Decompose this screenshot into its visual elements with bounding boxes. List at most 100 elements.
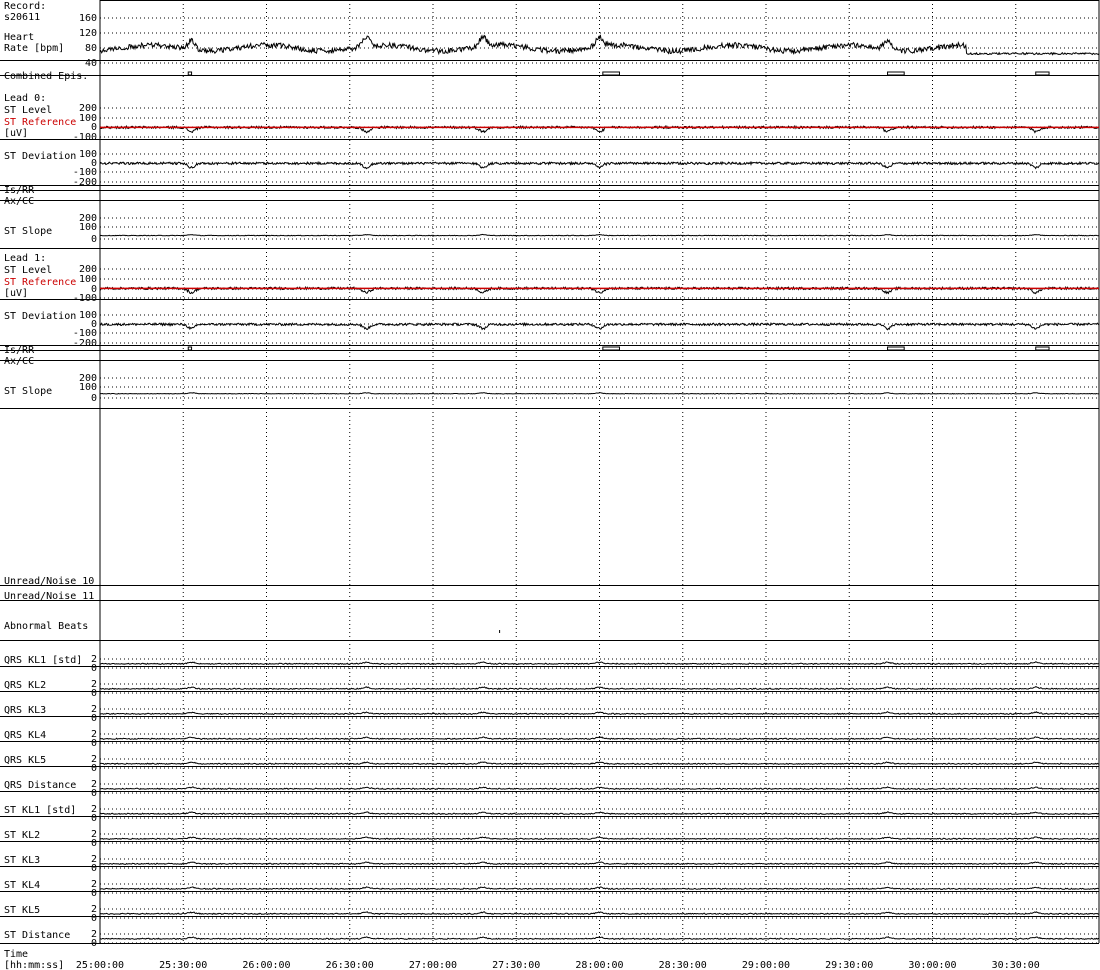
y-tick-label: 0: [91, 788, 97, 799]
episode-marker: [602, 346, 620, 351]
panel-label: [uV]: [4, 128, 28, 139]
panel-skl3: ST KL3 20: [0, 854, 1100, 874]
panel-label: QRS KL3: [4, 705, 46, 716]
y-tick-label: -200: [73, 338, 97, 349]
panel-noise11: Unread/Noise 11: [0, 591, 1099, 602]
time-tick-label: 26:30:00: [326, 960, 374, 970]
time-tick-label: 25:00:00: [76, 960, 124, 970]
panel-l0_dev: ST Deviation 1000-100-200: [0, 149, 1100, 188]
panel-sdist: ST Distance 20: [0, 929, 1099, 949]
panel-l1_slope: ST Slope2001000: [0, 373, 1100, 409]
panel-l0_slope: ST Slope2001000: [0, 213, 1100, 249]
time-tick-label: 29:00:00: [742, 960, 790, 970]
panel-label: Ax/CC: [4, 196, 34, 207]
time-tick-label: 29:30:00: [825, 960, 873, 970]
y-tick-label: 120: [79, 28, 97, 39]
y-tick-label: 0: [91, 393, 97, 404]
time-axis-label: Time: [4, 949, 28, 960]
time-tick-label: 28:30:00: [659, 960, 707, 970]
panel-noise10: Unread/Noise 10: [0, 576, 1099, 587]
panel-label: ST Slope: [4, 386, 52, 397]
panel-label: QRS KL4: [4, 730, 46, 741]
y-tick-label: 0: [91, 738, 97, 749]
trace-skl4: [100, 886, 1100, 891]
panel-label: QRS Distance: [4, 780, 76, 791]
panel-label: ST KL2: [4, 830, 40, 841]
y-tick-label: -100: [73, 132, 97, 143]
trace-l1_slope: [99, 392, 1100, 395]
panel-label: Lead 0:: [4, 93, 46, 104]
time-tick-label: 28:00:00: [575, 960, 623, 970]
panel-combined: Combined Epis.: [0, 71, 1099, 82]
panel-l0_level: Lead 0:ST LevelST Reference[uV]2001000-1…: [0, 93, 1100, 143]
trace-l0_slope: [99, 233, 1100, 237]
panel-label: ST Deviation: [4, 311, 76, 322]
y-tick-label: 0: [91, 713, 97, 724]
episode-marker: [1035, 346, 1050, 351]
y-tick-label: 0: [91, 234, 97, 245]
panel-label: ST Distance: [4, 930, 70, 941]
panel-abnormal: Abnormal Beats: [0, 621, 1099, 641]
panel-label: ST KL3: [4, 855, 40, 866]
y-tick-label: 0: [91, 888, 97, 899]
panel-l0_axcc: Ax/CC: [0, 196, 1099, 207]
panel-label: ST KL4: [4, 880, 40, 891]
panel-label: ST Reference: [4, 277, 76, 288]
panel-label: ST Level: [4, 265, 52, 276]
panel-label: ST Slope: [4, 226, 52, 237]
panel-skl1: ST KL1 [std] 20: [0, 804, 1100, 824]
panel-label: Ax/CC: [4, 356, 34, 367]
panel-l1_axcc: Ax/CC: [0, 356, 1099, 367]
panel-label: ST KL1 [std]: [4, 805, 76, 816]
y-tick-label: 0: [91, 938, 97, 949]
panel-l0_isrr: Is/RR: [0, 185, 1099, 196]
episode-marker: [187, 71, 193, 76]
episode-marker: [187, 346, 193, 351]
trace-qdist: [99, 786, 1100, 791]
panel-label: ST Reference: [4, 117, 76, 128]
y-tick-label: 0: [91, 663, 97, 674]
panel-qkl4: QRS KL4 20: [0, 729, 1100, 749]
trace-skl1: [99, 811, 1100, 816]
panel-label: QRS KL5: [4, 755, 46, 766]
time-tick-label: 25:30:00: [159, 960, 207, 970]
st-trend-chart: Record: s20611 Time [hh:mm:ss] HeartRate…: [0, 0, 1100, 970]
record-id: s20611: [4, 12, 40, 23]
episode-marker: [602, 71, 620, 76]
panel-label: Unread/Noise 10: [4, 576, 94, 587]
panel-label: Combined Epis.: [4, 71, 88, 82]
trace-qkl3: [99, 711, 1100, 716]
record-label: Record:: [4, 1, 46, 12]
panel-label: QRS KL2: [4, 680, 46, 691]
panel-label: [uV]: [4, 288, 28, 299]
panel-l1_dev: ST Deviation 1000-100-200: [0, 310, 1100, 349]
y-tick-label: 0: [91, 688, 97, 699]
y-tick-label: 40: [85, 58, 97, 69]
panel-skl2: ST KL2 20: [0, 829, 1100, 849]
panel-label: Abnormal Beats: [4, 621, 88, 632]
episode-marker: [1035, 71, 1050, 76]
trace-skl5: [99, 911, 1100, 916]
panel-label: Lead 1:: [4, 253, 46, 264]
episode-marker: [887, 346, 905, 351]
y-tick-label: 100: [79, 382, 97, 393]
time-tick-label: 30:30:00: [992, 960, 1040, 970]
y-tick-label: 100: [79, 222, 97, 233]
episode-marker: [887, 71, 905, 76]
panel-l1_isrr: Is/RR: [0, 345, 1099, 356]
panel-qkl2: QRS KL2 20: [0, 679, 1100, 699]
panel-label: Is/RR: [4, 185, 35, 196]
y-tick-label: 0: [91, 863, 97, 874]
panel-label: QRS KL1 [std]: [4, 655, 82, 666]
panel-label: Rate [bpm]: [4, 43, 64, 54]
panel-label: ST KL5: [4, 905, 40, 916]
y-tick-label: -200: [73, 177, 97, 188]
time-axis: 25:00:00 25:30:00 26:00:00 26:30:00 27:00:00…: [76, 960, 1040, 970]
grid-layer: [99, 0, 1100, 943]
trace-qkl4: [99, 736, 1100, 741]
trace-l0_dev: [99, 160, 1100, 170]
panel-label: ST Level: [4, 105, 52, 116]
panel-hr: HeartRate [bpm] 160 120 80 40: [0, 13, 1100, 69]
panel-qkl1: QRS KL1 [std] 20: [0, 654, 1099, 674]
panel-label: Is/RR: [4, 345, 35, 356]
